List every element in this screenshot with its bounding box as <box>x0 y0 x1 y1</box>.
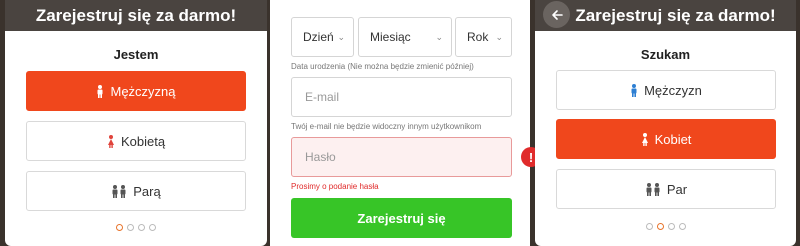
month-select[interactable]: Miesiąc ⌄ <box>358 17 452 57</box>
panel-header: Zarejestruj się za darmo! <box>535 0 796 31</box>
pagination-dots <box>5 224 267 231</box>
option-mezczyzna[interactable]: Mężczyzną <box>26 71 246 111</box>
option-label: Par <box>666 181 688 197</box>
register-button-label: Zarejestruj się <box>357 210 446 226</box>
page-dot[interactable] <box>138 224 145 231</box>
panel-header: Zarejestruj się za darmo! <box>5 0 267 31</box>
email-placeholder: E-mail <box>305 90 340 104</box>
warning-symbol: ! <box>528 149 534 165</box>
option-label: Kobiet <box>654 131 692 147</box>
month-select-label: Miesiąc <box>370 30 411 44</box>
back-button[interactable] <box>543 1 570 28</box>
section-heading-szukam: Szukam <box>640 47 691 62</box>
option-label: Parą <box>133 183 161 199</box>
page-dot[interactable] <box>678 223 686 230</box>
day-select[interactable]: Dzień ⌄ <box>291 17 354 57</box>
couple-icon <box>646 182 660 196</box>
option-para[interactable]: Parą <box>26 171 246 211</box>
year-select-label: Rok <box>467 30 489 44</box>
couple-icon <box>112 184 126 198</box>
chevron-down-icon: ⌄ <box>337 31 345 42</box>
option-kobieta[interactable]: Kobietą <box>26 121 246 161</box>
option-kobiet[interactable]: Kobiet <box>556 119 776 159</box>
option-mezczyzn[interactable]: Mężczyzn <box>556 70 776 110</box>
chevron-down-icon: ⌄ <box>495 31 503 42</box>
page-dot[interactable] <box>667 223 675 230</box>
day-select-label: Dzień <box>303 30 334 44</box>
password-error: Prosimy o podanie hasła <box>291 182 379 191</box>
female-icon <box>641 132 648 146</box>
email-hint: Twój e-mail nie będzie widoczny innym uż… <box>291 122 482 131</box>
page-dot[interactable] <box>116 224 123 231</box>
page-dot[interactable] <box>656 223 664 230</box>
page-dot[interactable] <box>645 223 653 230</box>
chevron-down-icon: ⌄ <box>435 31 443 42</box>
male-icon <box>97 84 103 98</box>
page-dot[interactable] <box>127 224 134 231</box>
female-icon <box>107 134 114 148</box>
section-heading-jestem: Jestem <box>113 47 159 62</box>
option-label: Kobietą <box>120 133 166 149</box>
year-select[interactable]: Rok ⌄ <box>455 17 512 57</box>
panel-title: Zarejestruj się za darmo! <box>575 5 776 25</box>
male-icon <box>631 83 637 97</box>
password-field[interactable]: Hasło <box>291 137 512 177</box>
option-par[interactable]: Par <box>556 169 776 209</box>
register-button[interactable]: Zarejestruj się <box>291 198 512 238</box>
register-panel-szukam: Zarejestruj się za darmo! Szukam Mężczyz… <box>535 0 796 246</box>
option-label: Mężczyzną <box>110 83 176 99</box>
option-label: Mężczyzn <box>644 82 702 98</box>
page-dot[interactable] <box>149 224 156 231</box>
email-field[interactable]: E-mail <box>291 77 512 117</box>
panel-title: Zarejestruj się za darmo! <box>35 5 237 25</box>
birthdate-hint: Data urodzenia (Nie można będzie zmienić… <box>291 62 474 71</box>
pagination-dots <box>535 223 796 230</box>
arrow-left-icon <box>551 9 563 20</box>
password-placeholder: Hasło <box>305 150 336 164</box>
register-panel-jestem: Zarejestruj się za darmo! Jestem Mężczyz… <box>5 0 267 246</box>
